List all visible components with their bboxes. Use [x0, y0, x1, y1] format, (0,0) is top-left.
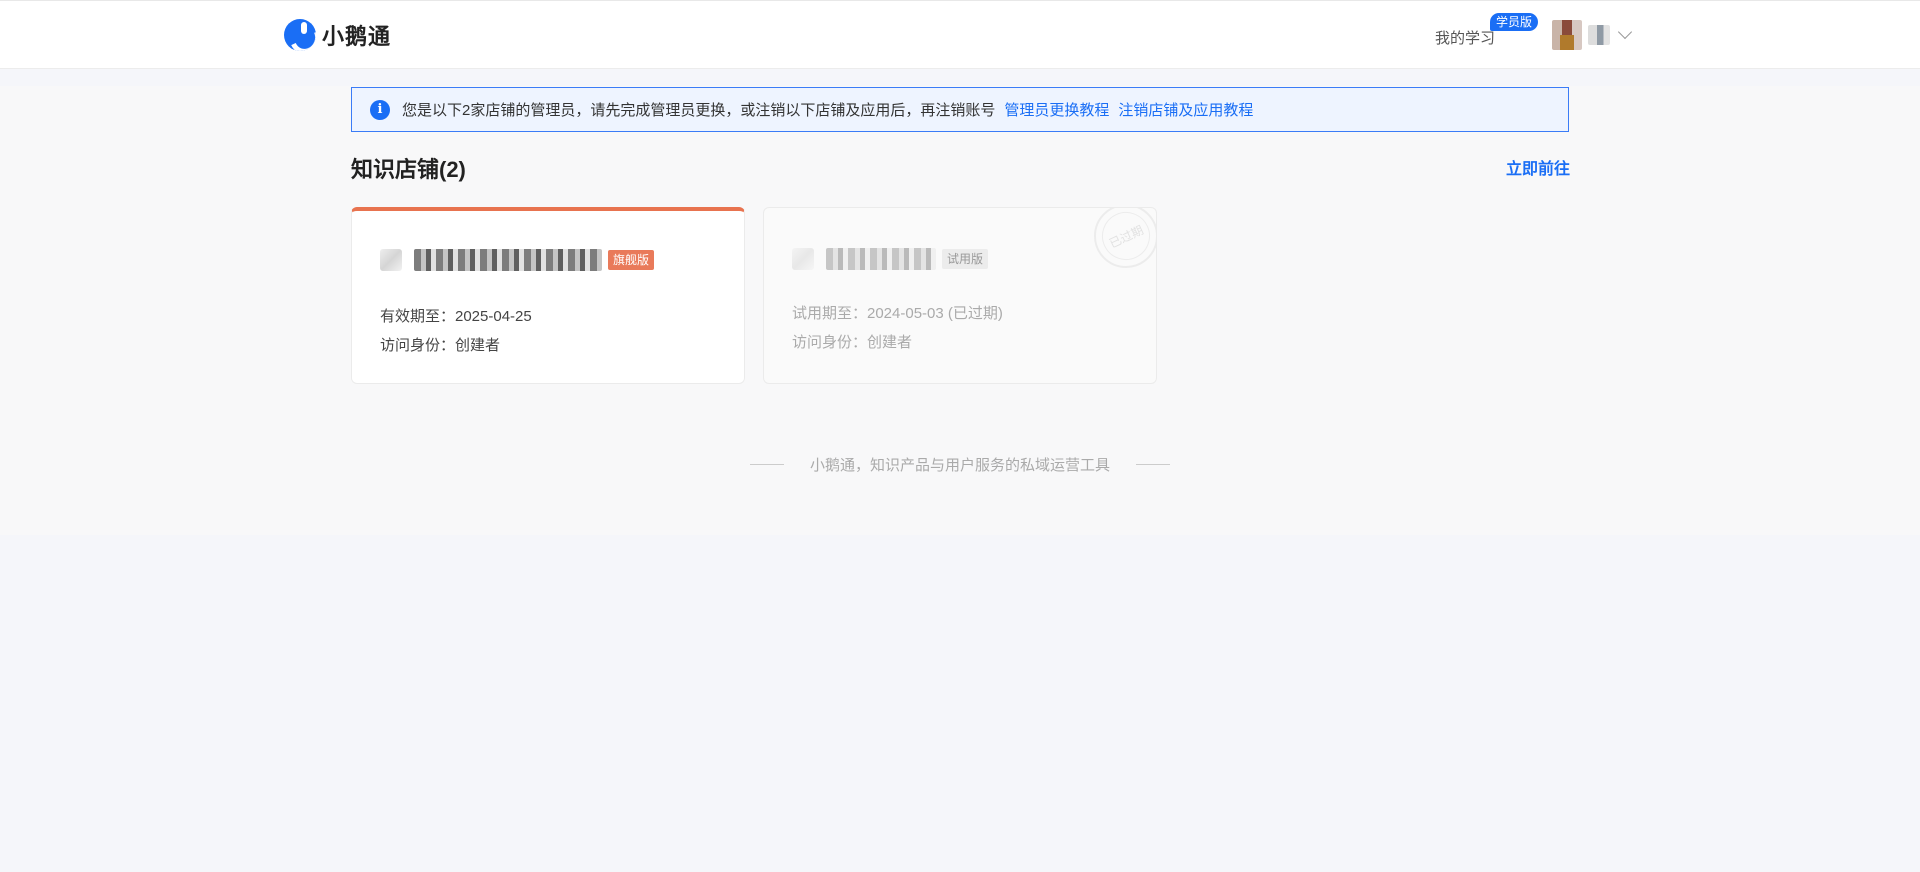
trial-expiry-date: 试用期至：2024-05-03 (已过期)	[792, 305, 1003, 322]
avatar[interactable]	[1552, 20, 1582, 50]
access-role: 访问身份：创建者	[380, 337, 501, 354]
chevron-down-icon[interactable]	[1617, 24, 1633, 40]
logo[interactable]: 小鹅通	[284, 19, 391, 51]
expired-stamp-text: 已过期	[1094, 208, 1156, 268]
cancel-shop-tutorial-link[interactable]: 注销店铺及应用教程	[1118, 99, 1253, 120]
shop-card-flagship[interactable]: 旗舰版 有效期至：2025-04-25 访问身份：创建者	[351, 207, 745, 384]
expiry-date: 有效期至：2025-04-25	[380, 308, 532, 325]
notice-message: 您是以下2家店铺的管理员，请先完成管理员更换，或注销以下店铺及应用后，再注销账号	[402, 102, 996, 119]
shop-name-blurred	[826, 248, 936, 270]
section-title: 知识店铺(2)	[351, 157, 466, 182]
go-now-link[interactable]: 立即前往	[1506, 155, 1570, 179]
shop-logo-blurred	[792, 248, 814, 270]
footer-slogan: 小鹅通，知识产品与用户服务的私域运营工具	[0, 454, 1920, 475]
divider	[1136, 464, 1170, 465]
admin-notice-banner: i 您是以下2家店铺的管理员，请先完成管理员更换，或注销以下店铺及应用后，再注销…	[351, 87, 1569, 132]
shop-name-blurred	[414, 249, 602, 271]
edition-tag: 旗舰版	[608, 250, 655, 270]
shop-card-trial[interactable]: 已过期 试用版 试用期至：2024-05-03 (已过期) 访问身份：创建者	[763, 207, 1157, 384]
student-version-badge: 学员版	[1490, 13, 1539, 31]
admin-change-tutorial-link[interactable]: 管理员更换教程	[1004, 99, 1109, 120]
divider	[749, 464, 784, 465]
info-icon: i	[370, 99, 390, 120]
shop-logo-blurred	[380, 249, 402, 271]
username-blurred[interactable]	[1588, 25, 1610, 45]
xiaoe-logo-icon	[284, 19, 316, 51]
top-navigation-bar: 小鹅通 我的学习 学员版	[0, 0, 1920, 69]
shop-name-row: 试用版	[792, 248, 989, 270]
access-role: 访问身份：创建者	[792, 334, 913, 351]
slogan-text: 小鹅通，知识产品与用户服务的私域运营工具	[809, 457, 1110, 474]
my-learning-link[interactable]: 我的学习	[1435, 27, 1495, 48]
logo-text: 小鹅通	[322, 24, 392, 49]
edition-tag: 试用版	[942, 249, 989, 269]
expired-stamp-icon: 已过期	[1094, 208, 1156, 268]
shop-name-row: 旗舰版	[380, 249, 655, 271]
